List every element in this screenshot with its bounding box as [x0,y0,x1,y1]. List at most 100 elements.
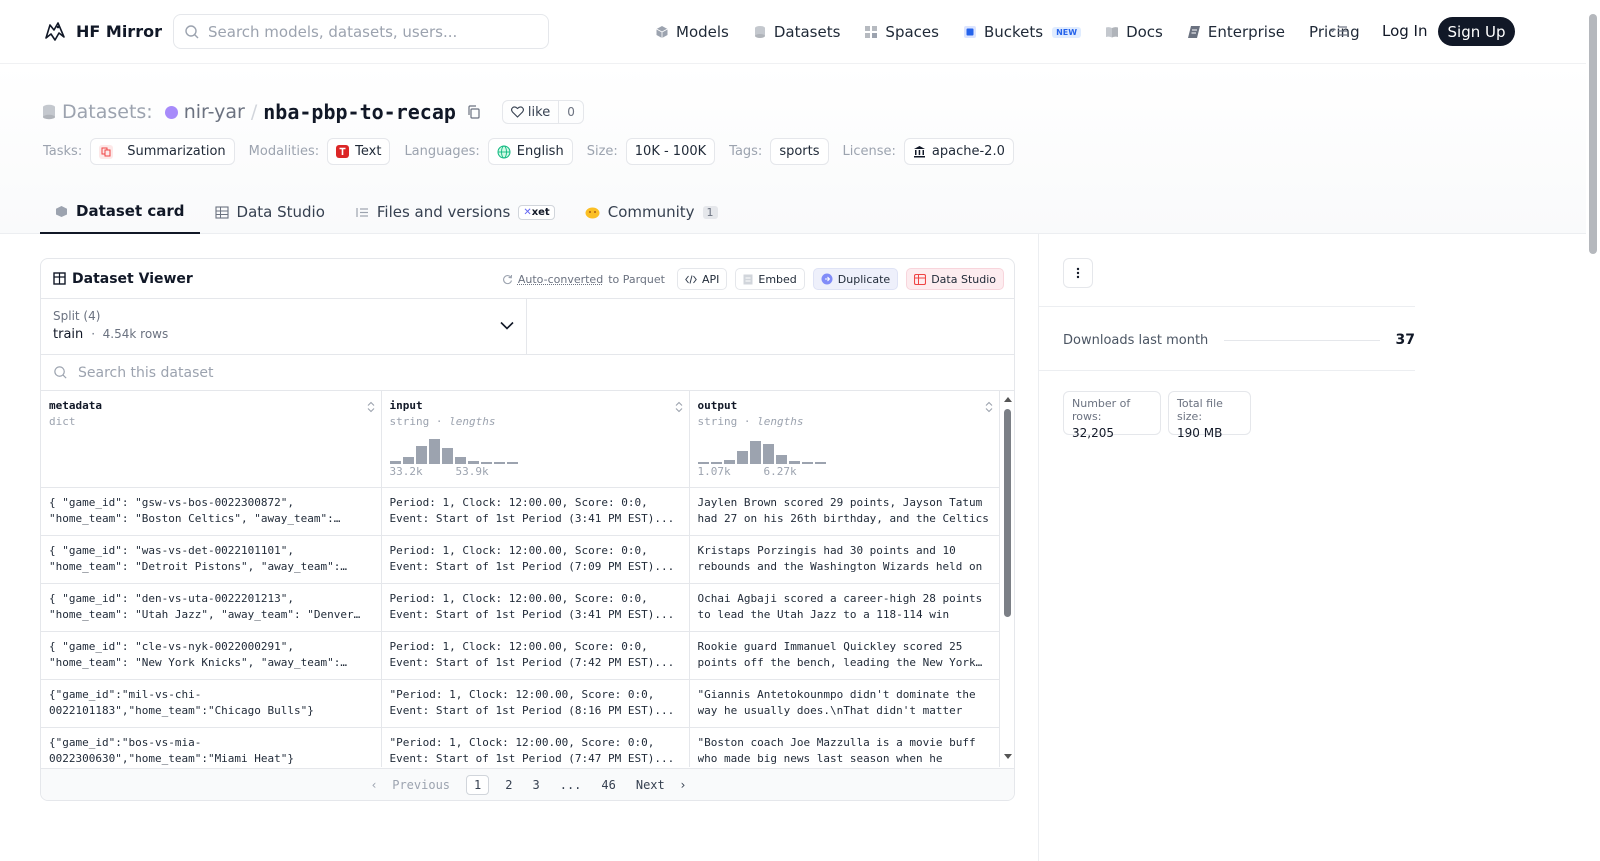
table-cell[interactable]: "Period: 1, Clock: 12:00.00, Score: 0:0,… [381,727,690,767]
page-46[interactable]: 46 [591,775,625,795]
page-2[interactable]: 2 [495,775,522,795]
table-row[interactable]: {"game_id":"bos-vs-mia-0022300630","home… [41,727,1000,767]
nav-buckets[interactable]: Buckets NEW [963,23,1082,41]
column-header-output[interactable]: output string · lengths 1.07k 6.27k [689,391,1000,488]
tag-text[interactable]: Text [327,138,391,165]
signup-button[interactable]: Sign Up [1438,17,1515,46]
tag-license[interactable]: apache-2.0 [903,138,1014,165]
tag-value: apache-2.0 [931,144,1005,159]
table-cell[interactable]: { "game_id": "was-vs-det-0022101101", "h… [41,535,382,584]
histogram-bar [749,441,761,464]
table-cell[interactable]: Period: 1, Clock: 12:00.00, Score: 0:0, … [381,535,690,584]
auto-converted-link[interactable]: Auto-converted [518,273,603,286]
column-header-metadata[interactable]: metadata dict [41,391,382,488]
tab-community[interactable]: Community 1 [570,190,733,234]
table-cell[interactable]: Period: 1, Clock: 12:00.00, Score: 0:0, … [381,631,690,680]
cell-text: Period: 1, Clock: 12:00.00, Score: 0:0, … [389,591,675,621]
tag-sports[interactable]: sports [770,138,829,165]
nav-enterprise[interactable]: Enterprise [1187,23,1285,41]
cell-text: Ochai Agbaji scored a career-high 28 poi… [697,591,983,621]
table-cell[interactable]: Ochai Agbaji scored a career-high 28 poi… [689,583,1000,632]
global-search-input[interactable] [208,22,528,41]
table-row[interactable]: {"game_id":"mil-vs-chi-0022101183","home… [41,679,1000,728]
column-header-input[interactable]: input string · lengths 33.2k 53.9k [381,391,690,488]
cell-text: Period: 1, Clock: 12:00.00, Score: 0:0, … [389,543,675,573]
page-3[interactable]: 3 [522,775,549,795]
table-row[interactable]: { "game_id": "den-vs-uta-0022201213", "h… [41,583,1000,632]
more-menu-icon[interactable] [1329,25,1349,39]
histogram-bar [415,446,427,464]
sort-icon[interactable] [367,401,375,413]
sort-icon[interactable] [985,401,993,413]
table-scrollbar-thumb[interactable] [1004,409,1011,617]
table-cell[interactable]: Kristaps Porzingis had 30 points and 10 … [689,535,1000,584]
column-name: metadata [49,399,102,412]
table-cell[interactable]: "Period: 1, Clock: 12:00.00, Score: 0:0,… [381,679,690,728]
data-studio-button[interactable]: Data Studio [906,268,1004,290]
table-cell[interactable]: { "game_id": "cle-vs-nyk-0022000291", "h… [41,631,382,680]
histogram-max: 6.27k [763,465,797,478]
repo-tags: Tasks: Summarization Modalities: Text La… [43,138,1028,165]
org-link[interactable]: nir-yar [184,101,245,123]
repo-title: Datasets: nir-yar / nba-pbp-to-recap lik… [42,100,584,124]
cell-text: {"game_id":"bos-vs-mia-0022300630","home… [49,735,295,765]
dataset-search[interactable] [41,355,1014,391]
split-dot: · [87,327,103,341]
tag-label-languages: Languages: [404,144,480,159]
tab-label: Files and versions [376,203,511,221]
tag-size[interactable]: 10K - 100K [625,138,716,165]
nav-docs[interactable]: Docs [1105,23,1163,41]
new-badge: NEW [1052,26,1082,38]
login-link[interactable]: Log In [1382,22,1428,40]
table-cell[interactable]: { "game_id": "gsw-vs-bos-0022300872", "h… [41,487,382,536]
api-button[interactable]: API [676,268,728,290]
brand-home-link[interactable]: HF Mirror [42,18,162,44]
tab-dataset-card[interactable]: Dataset card [40,190,200,234]
like-button[interactable]: like 0 [501,100,584,124]
table-cell[interactable]: Period: 1, Clock: 12:00.00, Score: 0:0, … [381,487,690,536]
tab-files-versions[interactable]: Files and versions ✕xet [340,190,570,234]
split-selector[interactable]: Split (4) train · 4.54k rows [41,299,527,354]
copy-icon[interactable] [466,104,482,120]
table-row[interactable]: { "game_id": "was-vs-det-0022101101", "h… [41,535,1000,584]
page-ellipsis: ... [559,777,582,792]
duplicate-button[interactable]: Duplicate [812,268,899,290]
embed-button[interactable]: Embed [735,268,805,290]
page-scrollbar[interactable] [1586,0,1600,861]
table-cell[interactable]: { "game_id": "den-vs-uta-0022201213", "h… [41,583,382,632]
table-row[interactable]: { "game_id": "cle-vs-nyk-0022000291", "h… [41,631,1000,680]
tag-summarization[interactable]: Summarization [90,138,235,165]
page-1[interactable]: 1 [466,774,490,795]
table-cell[interactable]: {"game_id":"bos-vs-mia-0022300630","home… [41,727,382,767]
pagination-previous[interactable]: ‹ Previous [361,775,460,795]
table-cell[interactable]: Rookie guard Immanuel Quickley scored 25… [689,631,1000,680]
more-options-button[interactable] [1063,258,1093,288]
table-cell[interactable]: "Boston coach Joe Mazzulla is a movie bu… [689,727,1000,767]
nav-spaces[interactable]: Spaces [864,23,939,41]
table-cell[interactable]: {"game_id":"mil-vs-chi-0022101183","home… [41,679,382,728]
repo-name-link[interactable]: nba-pbp-to-recap [263,100,456,124]
tag-english[interactable]: English [487,138,573,165]
stat-value: 32,205 [1072,426,1114,440]
dataset-search-input[interactable] [78,364,678,381]
table-cell[interactable]: "Giannis Antetokounmpo didn't dominate t… [689,679,1000,728]
pagination-next[interactable]: Next › [626,775,697,795]
dataset-card-icon [56,205,67,217]
histogram-bar [762,444,774,464]
table-cell[interactable]: Jaylen Brown scored 29 points, Jayson Ta… [689,487,1000,536]
table-scrollbar[interactable] [1002,391,1012,767]
nav-models[interactable]: Models [655,23,729,41]
table-row[interactable]: { "game_id": "gsw-vs-bos-0022300872", "h… [41,487,1000,536]
table-cell[interactable]: Period: 1, Clock: 12:00.00, Score: 0:0, … [381,583,690,632]
like-toggle[interactable]: like [503,101,560,123]
downloads-stat: Downloads last month 37 [1063,332,1415,348]
scroll-down-icon[interactable] [1003,753,1013,761]
column-type-line: string · lengths [389,415,496,428]
page-scrollbar-thumb[interactable] [1589,14,1597,254]
scroll-up-icon[interactable] [1003,395,1013,403]
global-search[interactable] [173,14,549,49]
divider [1039,306,1415,307]
tab-data-studio[interactable]: Data Studio [200,190,340,234]
sort-icon[interactable] [675,401,683,413]
nav-datasets[interactable]: Datasets [753,23,840,41]
